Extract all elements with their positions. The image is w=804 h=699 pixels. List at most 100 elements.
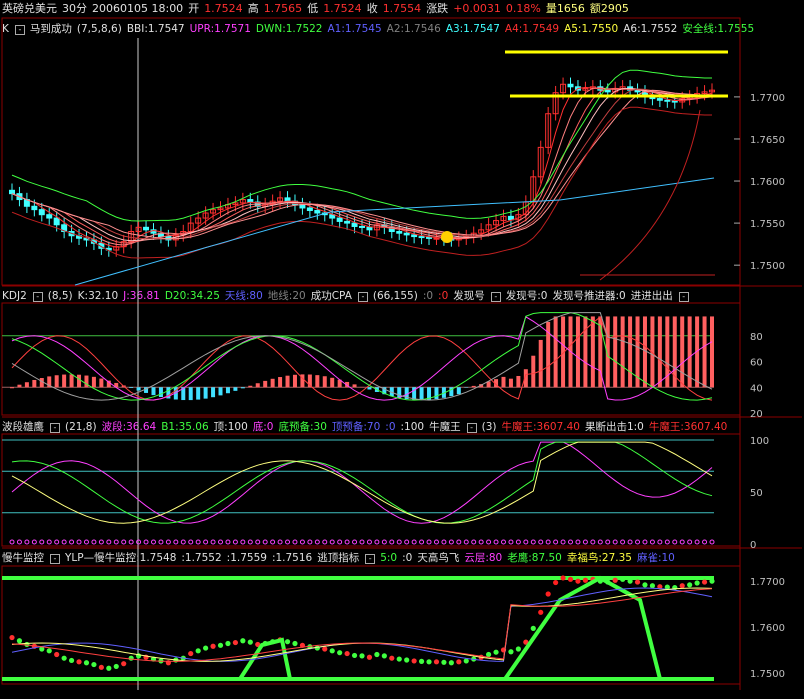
expand-icon[interactable]: - xyxy=(357,292,368,302)
candle xyxy=(314,209,321,214)
expand-icon[interactable]: - xyxy=(14,25,25,35)
trend-dot xyxy=(366,654,373,660)
wave-dot xyxy=(456,539,462,545)
wave-dot xyxy=(694,539,700,545)
close-value: 1.7554 xyxy=(382,2,422,15)
kdj-bar xyxy=(211,387,216,398)
wave-line xyxy=(11,441,713,524)
trend-dot xyxy=(582,577,589,583)
kdj-bar xyxy=(613,316,618,388)
candle xyxy=(113,246,120,251)
expand-icon[interactable]: - xyxy=(466,423,477,433)
trend-dot xyxy=(210,643,216,649)
kdj-bar xyxy=(710,316,714,388)
trend-dot xyxy=(299,642,306,648)
high-value: 1.7565 xyxy=(263,2,303,15)
wave-dot xyxy=(225,539,231,545)
wave-dot xyxy=(307,539,313,545)
kdj-bar xyxy=(561,316,566,388)
kdj-bar xyxy=(62,374,67,388)
sparrow-value: 麻雀:10 xyxy=(636,552,675,564)
wave-dot xyxy=(627,539,633,545)
expand-icon[interactable]: - xyxy=(50,423,60,433)
kdj-bar xyxy=(665,316,670,388)
candle xyxy=(604,89,611,93)
trend-dot xyxy=(418,658,425,664)
expand-icon[interactable]: - xyxy=(678,292,689,302)
kdj-bar xyxy=(248,385,253,388)
wave-dot xyxy=(590,539,596,545)
slow-ylp: YLP—慢牛监控:1.7548 xyxy=(65,552,177,564)
wave-dot xyxy=(240,539,246,545)
wave-dot xyxy=(16,539,22,545)
wave-top: 顶:100 xyxy=(213,421,248,433)
eagle-name[interactable]: 天高鸟飞 xyxy=(417,552,459,564)
candle xyxy=(277,197,284,202)
close-label: 收 xyxy=(366,2,378,15)
candle xyxy=(567,83,574,88)
wave-b1: B1:35.06 xyxy=(161,421,209,433)
wave-dot xyxy=(83,539,89,545)
wave-dot xyxy=(329,539,335,545)
kdj-bar xyxy=(695,316,700,388)
wave-name[interactable]: 波段雄鹰 xyxy=(2,421,44,433)
kdj-bar xyxy=(471,385,476,388)
trend-dot xyxy=(135,653,142,659)
trend-dot xyxy=(672,584,678,591)
kdj-bar xyxy=(672,316,677,388)
trend-dot xyxy=(493,649,499,655)
candle xyxy=(9,189,15,195)
panel-border xyxy=(1,433,741,547)
lower-band xyxy=(11,106,712,259)
candle xyxy=(202,212,209,219)
trend-dot xyxy=(404,657,410,663)
kdj-bar xyxy=(397,387,402,398)
slow-name[interactable]: 慢牛监控 xyxy=(2,552,44,564)
candle xyxy=(329,214,336,219)
expand-icon[interactable]: - xyxy=(50,554,60,564)
main-price-chart[interactable]: 1.7700 1.7650 1.7600 1.7550 1.7500 80 60 40 20 10… xyxy=(0,0,804,699)
trend-dot xyxy=(620,576,626,582)
slow-v1: :1.7552 xyxy=(181,552,222,564)
wave-dot xyxy=(560,539,566,545)
cpa-name[interactable]: 成功CPA xyxy=(311,290,352,302)
candle xyxy=(552,92,559,115)
escape-name[interactable]: 逃顶指标 xyxy=(317,552,359,564)
kdj-bar xyxy=(516,375,521,388)
smiley-icon xyxy=(441,231,453,243)
wave-dot xyxy=(493,539,499,545)
old-eagle-value: 老鹰:87.50 xyxy=(507,552,562,564)
wave-dot xyxy=(210,539,216,545)
trend-dot xyxy=(612,577,618,583)
wave-dot xyxy=(612,539,618,545)
candle xyxy=(574,86,581,91)
expand-icon[interactable]: - xyxy=(32,292,43,302)
trend-dot xyxy=(485,651,492,658)
trend-dot xyxy=(575,578,581,584)
discover-name[interactable]: 发现号 xyxy=(453,290,485,302)
kdj-bar xyxy=(218,387,223,396)
indicator-name[interactable]: 马到成功 xyxy=(30,23,72,35)
signal-line xyxy=(238,637,292,681)
a6: A6:1.7552 xyxy=(623,23,678,35)
kdj-name[interactable]: KDJ2 xyxy=(2,290,27,302)
wave-dot xyxy=(545,539,551,545)
candle xyxy=(664,99,671,102)
inout-name[interactable]: 进进出出 xyxy=(631,290,673,302)
expand-icon[interactable]: - xyxy=(365,554,376,564)
slow-line xyxy=(11,587,713,662)
wave-dot xyxy=(649,539,655,545)
candle xyxy=(455,237,462,241)
bull-name[interactable]: 牛魔王 xyxy=(429,421,461,433)
wave-dot xyxy=(419,539,425,545)
wave-line xyxy=(11,441,713,524)
kdj-bar xyxy=(144,387,149,393)
trend-dot xyxy=(463,658,469,664)
a5: A5:1.7550 xyxy=(564,23,619,35)
wave-dot xyxy=(91,539,97,545)
candle xyxy=(545,113,552,148)
expand-icon[interactable]: - xyxy=(490,292,501,302)
change-value: +0.0031 xyxy=(453,2,501,15)
wave-dot xyxy=(9,539,15,545)
kdj-bar xyxy=(84,375,89,388)
